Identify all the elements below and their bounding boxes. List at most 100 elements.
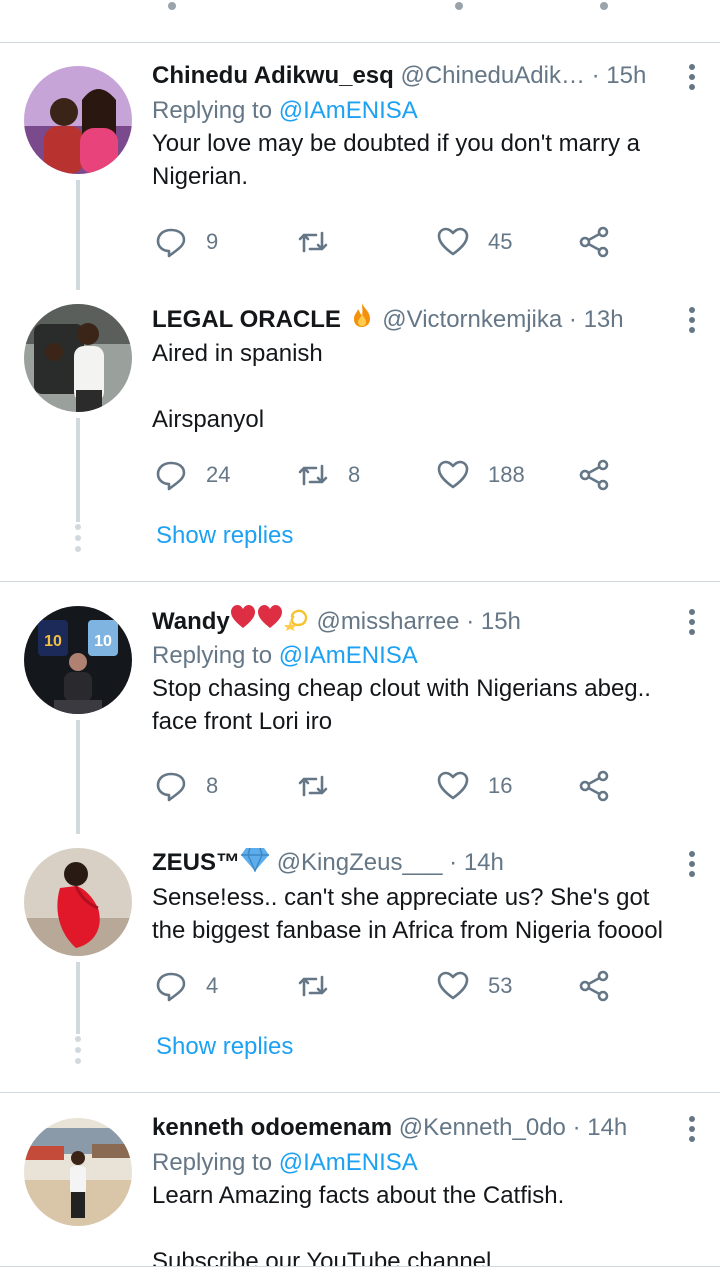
user-handle[interactable]: @Kenneth_0do [399,1114,566,1141]
like-button[interactable]: 53 [436,966,512,1006]
like-button[interactable]: 45 [436,222,512,262]
avatar[interactable] [24,304,132,412]
share-button[interactable] [577,222,611,262]
thread-line [76,962,80,1034]
svg-text:10: 10 [94,633,112,650]
share-icon [579,970,609,1002]
separator: · [449,849,458,876]
more-replies-dots [75,1036,81,1069]
tweet-header: LEGAL ORACLE @Victornkemjika · 13h [152,301,697,337]
tweet[interactable]: LEGAL ORACLE @Victornkemjika · 13h Aired… [152,301,697,436]
show-replies-link[interactable]: Show replies [156,522,293,550]
timestamp[interactable]: 15h [606,62,646,89]
divider [0,581,720,582]
tweet-header: ZEUS™ @KingZeus___ · 14h [152,845,697,881]
more-options-icon[interactable] [687,609,697,637]
thread-line [76,720,80,834]
avatar[interactable] [24,1118,132,1226]
reply-count: 9 [206,229,219,254]
retweet-icon [298,975,328,997]
more-options-icon[interactable] [687,851,697,879]
divider [0,42,720,43]
reply-icon [156,228,186,258]
reply-button[interactable]: 8 [154,766,218,806]
tweet-text-line: Sense!ess.. can't she appreciate us? She… [152,884,650,911]
display-name[interactable]: Chinedu Adikwu_esq [152,62,394,89]
reply-button[interactable]: 4 [154,966,218,1006]
tweet-text-line: Airspanyol [152,406,265,433]
heart-icon [437,460,469,489]
retweet-icon [298,775,328,797]
user-handle[interactable]: @KingZeus___ [277,849,443,876]
like-count: 188 [488,462,525,487]
share-button[interactable] [577,766,611,806]
reply-button[interactable]: 24 [154,455,230,495]
tweet-text-line: the biggest fanbase in Africa from Niger… [152,917,663,944]
replying-to: Replying to @IAmENISA [152,94,697,127]
tweet-actions: 4 53 [152,966,622,1006]
avatar[interactable]: 10 10 [24,606,132,714]
avatar[interactable] [24,66,132,174]
reply-icon [156,772,186,802]
like-button[interactable]: 16 [436,766,512,806]
share-icon [579,770,609,802]
share-button[interactable] [577,966,611,1006]
heart-icon [437,771,469,800]
timestamp[interactable]: 15h [481,608,521,635]
tweet-text-blank [152,370,697,403]
tweet-header: Wandy @missharree · 15h [152,603,697,639]
replying-prefix: Replying to [152,642,273,669]
display-name[interactable]: ZEUS™ [152,849,240,876]
tweet[interactable]: ZEUS™ @KingZeus___ · 14h Sense!ess.. can… [152,845,697,947]
separator: · [572,1114,581,1141]
heart-icon [437,971,469,1000]
share-button[interactable] [577,455,611,495]
timestamp[interactable]: 13h [584,306,624,333]
reply-icon [156,461,186,491]
retweet-icon [298,231,328,253]
avatar[interactable] [24,848,132,956]
more-options-icon[interactable] [687,1116,697,1144]
reply-icon [156,972,186,1002]
tweet-text-line: Stop chasing cheap clout with Nigerians … [152,675,651,702]
timestamp[interactable]: 14h [587,1114,627,1141]
user-handle[interactable]: @Victornkemjika [382,306,562,333]
retweet-button[interactable] [296,766,348,806]
user-handle[interactable]: @missharree [316,608,459,635]
tweet-actions: 24 8 188 [152,455,622,495]
display-name[interactable]: Wandy [152,608,230,635]
display-name[interactable]: kenneth odoemenam [152,1114,392,1141]
display-name[interactable]: LEGAL ORACLE [152,306,341,333]
divider [0,1092,720,1093]
more-options-icon[interactable] [687,307,697,335]
tweet-text: Sense!ess.. can't she appreciate us? She… [152,881,697,947]
tweet-text-line: Learn Amazing facts about the Catfish. [152,1182,565,1209]
tweet-header: kenneth odoemenam @Kenneth_0do · 14h [152,1110,697,1146]
replying-prefix: Replying to [152,1149,273,1176]
tweet-text: Stop chasing cheap clout with Nigerians … [152,672,697,738]
mention-link[interactable]: @IAmENISA [279,1149,418,1176]
share-icon [579,459,609,491]
mention-link[interactable]: @IAmENISA [279,97,418,124]
replying-prefix: Replying to [152,97,273,124]
thread-line [76,180,80,290]
mention-link[interactable]: @IAmENISA [279,642,418,669]
tweet[interactable]: Wandy @missharree · 15h Replying to @IAm… [152,603,697,738]
user-handle[interactable]: @ChineduAdik… [400,62,584,89]
like-button[interactable]: 188 [436,455,525,495]
reply-button[interactable]: 9 [154,222,218,262]
tweet[interactable]: Chinedu Adikwu_esq @ChineduAdik… · 15h R… [152,58,697,193]
tweet-text: Your love may be doubted if you don't ma… [152,127,697,193]
tweet-text: Learn Amazing facts about the Catfish. S… [152,1179,697,1272]
tweet-header: Chinedu Adikwu_esq @ChineduAdik… · 15h [152,58,697,94]
retweet-button[interactable] [296,966,348,1006]
retweet-button[interactable]: 8 [296,455,360,495]
show-replies-link[interactable]: Show replies [156,1033,293,1061]
tweet-actions: 9 45 [152,222,622,262]
retweet-button[interactable] [296,222,348,262]
tweet[interactable]: kenneth odoemenam @Kenneth_0do · 14h Rep… [152,1110,697,1272]
replying-to: Replying to @IAmENISA [152,639,697,672]
more-options-icon[interactable] [687,64,697,92]
timestamp[interactable]: 14h [464,849,504,876]
tweet-text-line: Nigerian. [152,163,249,190]
